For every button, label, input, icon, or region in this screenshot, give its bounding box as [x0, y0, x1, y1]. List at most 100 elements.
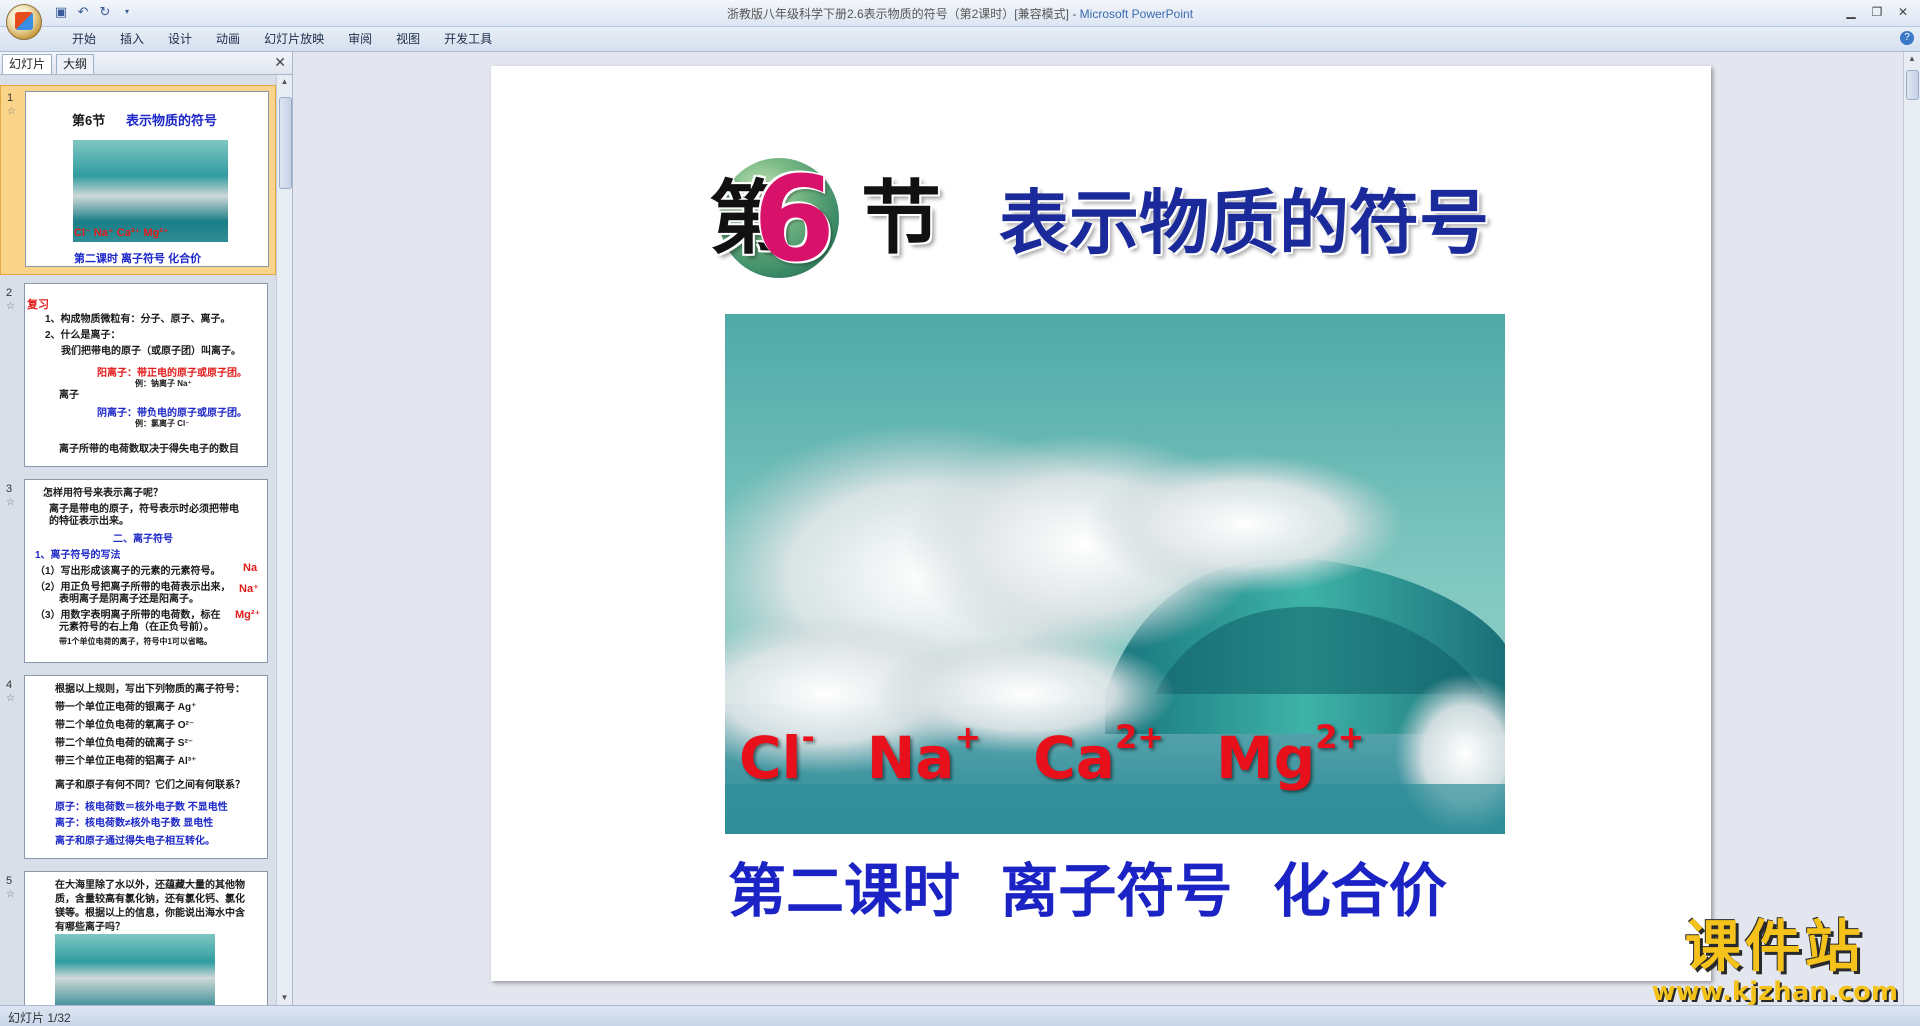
slide-thumbnail-3[interactable]: 怎样用符号来表示离子呢？ 离子是带电的原子，符号表示时必须把带电 的特征表示出来… [24, 479, 268, 663]
ion-calcium: Ca2+ [1033, 718, 1165, 792]
tab-insert[interactable]: 插入 [108, 31, 156, 47]
thumb-line: 我们把带电的原子（或原子团）叫离子。 [61, 346, 241, 357]
slides-panel: 幻灯片 大纲 ✕ 1 ☆ 第6节 表示物质的符号 Cl⁻ Na⁺ Ca²⁺ Mg… [0, 52, 293, 1005]
tab-developer[interactable]: 开发工具 [432, 31, 504, 47]
transition-star-icon: ☆ [6, 889, 15, 900]
tab-home[interactable]: 开始 [60, 31, 108, 47]
slide-number: 1 [7, 92, 14, 104]
tab-slideshow[interactable]: 幻灯片放映 [252, 31, 336, 47]
thumb-line: 离子和原子有何不同？它们之间有何联系？ [55, 780, 245, 791]
slide-number: 4 [6, 679, 13, 691]
slide-number: 3 [6, 483, 13, 495]
tab-view[interactable]: 视图 [384, 31, 432, 47]
close-panel-icon[interactable]: ✕ [274, 54, 286, 71]
transition-star-icon: ☆ [6, 301, 15, 312]
ion-symbols: Cl- Na+ Ca2+ Mg2+ [739, 718, 1365, 792]
thumbnail-row-3[interactable]: 3 ☆ 怎样用符号来表示离子呢？ 离子是带电的原子，符号表示时必须把带电 的特征… [0, 477, 276, 667]
title-bar: ▣ ↶ ↻ ▾ 浙教版八年级科学下册2.6表示物质的符号（第2课时）[兼容模式]… [0, 0, 1920, 40]
restore-icon[interactable]: ❐ [1864, 2, 1890, 22]
thumb-line: 有哪些离子吗？ [55, 922, 125, 933]
main-scrollbar[interactable]: ▲ [1903, 52, 1920, 1005]
wave-image: Cl- Na+ Ca2+ Mg2+ [725, 314, 1505, 834]
ribbon-tabs: 开始 插入 设计 动画 幻灯片放映 审阅 视图 开发工具 [60, 31, 504, 47]
tab-animations[interactable]: 动画 [204, 31, 252, 47]
scroll-thumb[interactable] [279, 97, 292, 189]
thumb-line: 离子 [59, 390, 79, 401]
slide-thumbnail-2[interactable]: 复习 1、构成物质微粒有：分子、原子、离子。 2、什么是离子： 我们把带电的原子… [24, 283, 268, 467]
thumb-answer: Na⁺ [239, 583, 259, 595]
close-window-icon[interactable]: ✕ [1890, 2, 1916, 22]
scroll-thumb[interactable] [1906, 70, 1919, 100]
tab-review[interactable]: 审阅 [336, 31, 384, 47]
transition-star-icon: ☆ [7, 106, 16, 117]
thumb-line: 离子所带的电荷数取决于得失电子的数目 [59, 444, 239, 455]
thumb-line: 根据以上规则，写出下列物质的离子符号： [55, 684, 245, 695]
thumb-line: 带一个单位正电荷的银离子 Ag⁺ [55, 702, 197, 713]
scroll-up-icon[interactable]: ▲ [277, 75, 292, 89]
thumb-line: 带1个单位电荷的离子，符号中1可以省略。 [59, 637, 212, 646]
thumb-line: 带二个单位负电荷的氧离子 O²⁻ [55, 720, 195, 731]
slide-subtitle: 第二课时 离子符号 化合价 [728, 856, 1447, 926]
thumb-wave-image [55, 934, 215, 1005]
section-suffix: 节 [861, 171, 941, 265]
thumb-line: 镁等。根据以上的信息，你能说出海水中含 [55, 908, 245, 919]
slide-canvas[interactable]: 第 6 节 表示物质的符号 Cl- Na+ Ca2+ Mg2+ 第二课时 离子符… [491, 66, 1711, 981]
subtitle-ion-symbols: 离子符号 [1000, 857, 1233, 925]
thumb-line: 的特征表示出来。 [49, 516, 129, 527]
section-number: 6 [753, 150, 836, 288]
thumbnail-row-4[interactable]: 4 ☆ 根据以上规则，写出下列物质的离子符号： 带一个单位正电荷的银离子 Ag⁺… [0, 673, 276, 863]
slide-thumbnail-4[interactable]: 根据以上规则，写出下列物质的离子符号： 带一个单位正电荷的银离子 Ag⁺ 带二个… [24, 675, 268, 859]
panel-tabs: 幻灯片 大纲 ✕ [0, 52, 292, 75]
thumb-line: 怎样用符号来表示离子呢？ [43, 488, 163, 499]
window-controls: ▁ ❐ ✕ [1838, 2, 1916, 22]
thumb-line: 1、构成物质微粒有：分子、原子、离子。 [45, 314, 231, 325]
tab-design[interactable]: 设计 [156, 31, 204, 47]
tab-outline[interactable]: 大纲 [56, 54, 95, 74]
subtitle-lesson: 第二课时 [728, 857, 961, 925]
slide-number: 5 [6, 875, 13, 887]
ion-magnesium: Mg2+ [1216, 718, 1365, 792]
thumb-subtitle: 第二课时 离子符号 化合价 [74, 253, 202, 265]
thumbnail-row-2[interactable]: 2 ☆ 复习 1、构成物质微粒有：分子、原子、离子。 2、什么是离子： 我们把带… [0, 281, 276, 471]
help-icon[interactable]: ? [1900, 31, 1914, 45]
thumbnail-list: 1 ☆ 第6节 表示物质的符号 Cl⁻ Na⁺ Ca²⁺ Mg²⁺ 第二课时 离… [0, 75, 276, 1005]
thumb-line: 质，含量较高有氯化钠，还有氯化钙、氯化 [55, 894, 245, 905]
scroll-down-icon[interactable]: ▼ [277, 991, 292, 1005]
status-bar: 幻灯片 1/32 [0, 1005, 1920, 1026]
thumb-line: （1）写出形成该离子的元素的元素符号。 [35, 566, 221, 577]
office-logo-icon [15, 12, 33, 30]
document-title: 浙教版八年级科学下册2.6表示物质的符号（第2课时）[兼容模式] - [726, 7, 1080, 21]
slide-counter: 幻灯片 1/32 [8, 1011, 71, 1025]
thumb-line: 二、离子符号 [113, 534, 173, 545]
window-title: 浙教版八年级科学下册2.6表示物质的符号（第2课时）[兼容模式] - Micro… [0, 5, 1920, 22]
thumbnail-row-5[interactable]: 5 ☆ 在大海里除了水以外，还蕴藏大量的其他物 质，含量较高有氯化钠，还有氯化钙… [0, 869, 276, 1005]
slide-thumbnail-5[interactable]: 在大海里除了水以外，还蕴藏大量的其他物 质，含量较高有氯化钠，还有氯化钙、氯化 … [24, 871, 268, 1005]
ribbon: 开始 插入 设计 动画 幻灯片放映 审阅 视图 开发工具 ? [0, 27, 1920, 52]
watermark-url: www.kjzhan.com [1651, 977, 1898, 1007]
office-button[interactable] [6, 4, 42, 40]
thumb-answer: Na [243, 562, 258, 574]
slide-thumbnail-1[interactable]: 第6节 表示物质的符号 Cl⁻ Na⁺ Ca²⁺ Mg²⁺ 第二课时 离子符号 … [25, 91, 269, 267]
thumbnail-row-1[interactable]: 1 ☆ 第6节 表示物质的符号 Cl⁻ Na⁺ Ca²⁺ Mg²⁺ 第二课时 离… [0, 85, 276, 275]
thumb-answer: Mg²⁺ [235, 609, 261, 621]
thumb-line: 在大海里除了水以外，还蕴藏大量的其他物 [55, 880, 245, 891]
thumb-line: 1、离子符号的写法 [35, 550, 121, 561]
thumb-line: 阳离子：带正电的原子或原子团。 [97, 368, 247, 379]
site-watermark: 课件站 www.kjzhan.com [1651, 915, 1898, 1007]
ion-chloride: Cl- [739, 718, 815, 792]
thumb-line: 表明离子是阴离子还是阳离子。 [59, 594, 199, 605]
app-name: Microsoft PowerPoint [1079, 7, 1194, 21]
watermark-logo-text: 课件站 [1684, 915, 1865, 980]
transition-star-icon: ☆ [6, 497, 15, 508]
ion-sodium: Na+ [866, 718, 982, 792]
tab-slides[interactable]: 幻灯片 [2, 54, 53, 74]
transition-star-icon: ☆ [6, 693, 15, 704]
thumb-ions: Cl⁻ Na⁺ Ca²⁺ Mg²⁺ [74, 227, 169, 239]
slide-title: 表示物质的符号 [999, 182, 1489, 264]
minimize-icon[interactable]: ▁ [1838, 2, 1864, 22]
thumb-line: 例：氯离子 Cl⁻ [135, 419, 190, 428]
thumb-line: 离子和原子通过得失电子相互转化。 [55, 836, 215, 847]
subtitle-valence: 化合价 [1272, 857, 1447, 925]
panel-scrollbar[interactable]: ▲ ▼ [276, 75, 292, 1005]
scroll-up-icon[interactable]: ▲ [1904, 52, 1920, 66]
